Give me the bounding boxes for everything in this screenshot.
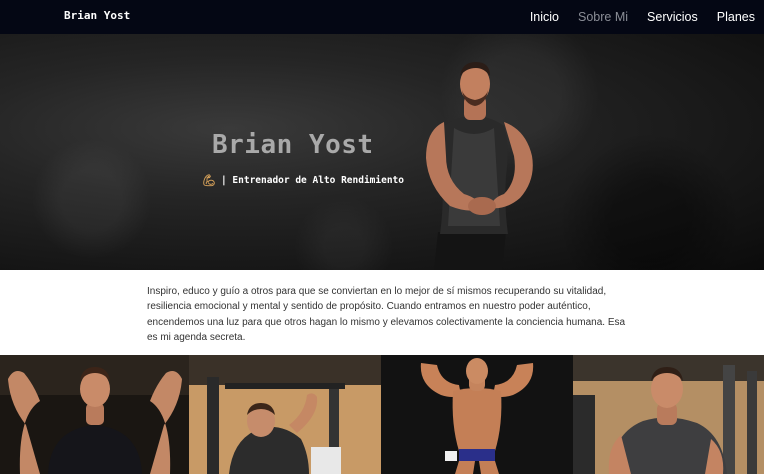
nav-link-sobre-mi[interactable]: Sobre Mi [578,10,628,24]
nav-link-servicios[interactable]: Servicios [647,10,698,24]
hero-subtitle-row: 💪︎ | Entrenador de Alto Rendimiento [202,174,404,187]
gym-flex-photo[interactable] [0,355,189,474]
intro-paragraph: Inspiro, educo y guío a otros para que s… [147,286,626,344]
photo-gallery [0,355,764,474]
nav-link-inicio[interactable]: Inicio [530,10,559,24]
flexed-bicep-icon: 💪︎ [202,174,216,187]
hero-title: Brian Yost [212,130,374,160]
hero-banner: Brian Yost 💪︎ | Entrenador de Alto Rendi… [0,34,764,270]
gym-portrait-photo[interactable] [573,355,764,474]
stage-pose-photo[interactable] [381,355,573,474]
nav-link-planes[interactable]: Planes [717,10,755,24]
hero-background-texture [0,34,764,270]
navbar: Brian Yost Inicio Sobre Mi Servicios Pla… [0,0,764,34]
hero-subtitle: | Entrenador de Alto Rendimiento [220,175,404,186]
gym-training-photo[interactable] [189,355,381,474]
brand-logo[interactable]: Brian Yost [64,9,130,22]
nav-links: Inicio Sobre Mi Servicios Planes [530,10,755,24]
athlete-portrait [426,62,533,270]
